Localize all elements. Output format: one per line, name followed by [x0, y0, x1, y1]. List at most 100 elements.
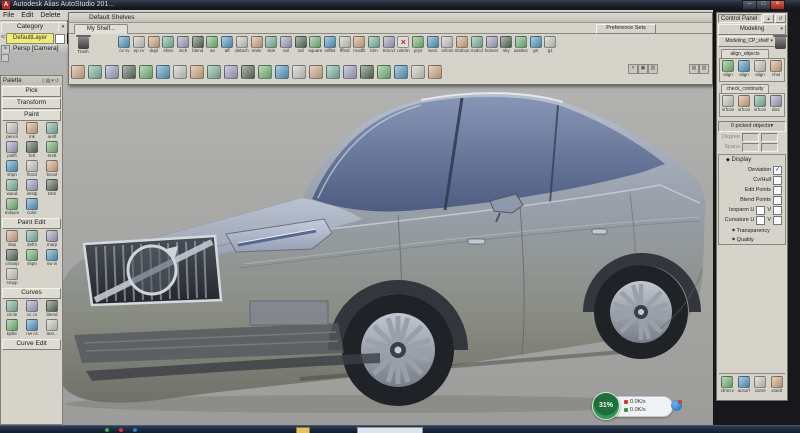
- tool-icon[interactable]: [156, 65, 170, 79]
- tool-txtm[interactable]: txtm: [42, 179, 62, 198]
- tool-an[interactable]: an: [205, 36, 220, 62]
- tool-shpn[interactable]: shpn: [2, 160, 22, 179]
- shelf-max-icon[interactable]: ▥: [699, 64, 709, 74]
- taskbar-active-window[interactable]: [357, 427, 423, 433]
- tool-nw-cs[interactable]: nw cs: [22, 319, 42, 338]
- pencil-icon[interactable]: [6, 122, 18, 134]
- viewport-canvas[interactable]: [0, 53, 713, 425]
- cp-trash-icon[interactable]: [775, 37, 786, 49]
- defm-icon[interactable]: [26, 230, 38, 242]
- fffind-icon[interactable]: [339, 36, 351, 48]
- shelf-pane-icon[interactable]: ▣: [638, 64, 648, 74]
- srfflet-icon[interactable]: [324, 36, 336, 48]
- tool-aff[interactable]: aff: [220, 36, 235, 62]
- arsft-icon[interactable]: [46, 122, 58, 134]
- g1-icon[interactable]: [544, 36, 556, 48]
- tool-curve[interactable]: curve: [752, 376, 769, 396]
- aff-icon[interactable]: [221, 36, 233, 48]
- rail-icon[interactable]: [295, 36, 307, 48]
- tool-srfcsn[interactable]: srfcsn: [440, 36, 455, 62]
- chst-icon[interactable]: [770, 60, 782, 72]
- taskbar[interactable]: [0, 425, 800, 433]
- tool-square[interactable]: square: [308, 36, 323, 62]
- curvature-u-checkbox[interactable]: [756, 216, 765, 225]
- ep-cv-icon[interactable]: [133, 36, 145, 48]
- layer-checkbox[interactable]: [55, 34, 65, 44]
- tool-align[interactable]: align: [736, 60, 752, 80]
- acsurf-icon[interactable]: [738, 376, 750, 388]
- polift-icon[interactable]: [6, 141, 18, 153]
- display-header[interactable]: ◆ Display: [720, 156, 784, 165]
- picked-objects-dropdown[interactable]: 0 picked objects▾: [718, 121, 786, 132]
- shelf-trash[interactable]: Trash: [73, 37, 93, 54]
- tool-align[interactable]: align: [720, 60, 736, 80]
- an-icon[interactable]: [206, 36, 218, 48]
- tab-my-shelf[interactable]: My Shelf...: [74, 24, 128, 34]
- imstp-icon[interactable]: [26, 179, 38, 191]
- cp-shelf-dropdown[interactable]: Modeling_CP_shelf▾: [718, 36, 776, 47]
- degree-v-field[interactable]: [761, 133, 778, 142]
- blend-icon[interactable]: [192, 36, 204, 48]
- tool-dupl[interactable]: dupl: [146, 36, 161, 62]
- tool-shdnon[interactable]: shdnon: [455, 36, 470, 62]
- palette-tab-curves[interactable]: Curves: [2, 288, 61, 299]
- menu-delete[interactable]: Delete: [40, 12, 60, 19]
- txtm-icon[interactable]: [46, 179, 58, 191]
- tool-fffind[interactable]: fffind: [337, 36, 352, 62]
- tool-trim[interactable]: trim: [367, 36, 382, 62]
- tool-bvool[interactable]: bvool: [42, 160, 62, 179]
- tool-align[interactable]: align: [752, 60, 768, 80]
- wand-icon[interactable]: [6, 179, 18, 191]
- cv-hull-checkbox[interactable]: [773, 176, 782, 185]
- srfcon-icon[interactable]: [722, 95, 734, 107]
- tool-slap[interactable]: slap: [2, 230, 22, 249]
- tool-stch[interactable]: stch: [176, 36, 191, 62]
- tool-icon[interactable]: [207, 65, 221, 79]
- marp-icon[interactable]: [46, 230, 58, 242]
- dupl-icon[interactable]: [148, 36, 160, 48]
- tool-disc[interactable]: disc: [768, 95, 784, 115]
- disc-icon[interactable]: [770, 95, 782, 107]
- tool-wand[interactable]: wand: [2, 179, 22, 198]
- palette-window-buttons[interactable]: ▯▤▾↺: [42, 78, 60, 84]
- tool-ink[interactable]: ink: [22, 122, 42, 141]
- revlv-icon[interactable]: [251, 36, 263, 48]
- display-extra-quality[interactable]: ◆ Quality: [720, 234, 784, 243]
- bvool-icon[interactable]: [46, 160, 58, 172]
- blend-icon[interactable]: [46, 300, 58, 312]
- srfcon-icon[interactable]: [754, 95, 766, 107]
- tool-prjct[interactable]: prjct: [411, 36, 426, 62]
- cp-refresh-icon[interactable]: ↺: [775, 14, 786, 23]
- untrim-icon[interactable]: ×: [397, 36, 409, 48]
- tool-sforv[interactable]: sforv: [161, 36, 176, 62]
- tool-chst[interactable]: chst: [768, 60, 784, 80]
- g0-icon[interactable]: [530, 36, 542, 48]
- tool-icon[interactable]: [139, 65, 153, 79]
- spans-u-field[interactable]: [742, 143, 759, 152]
- cp-tab-align-objects[interactable]: align_objects: [721, 49, 769, 58]
- palette-tab-pick[interactable]: Pick: [2, 86, 61, 97]
- srfcsn-icon[interactable]: [441, 36, 453, 48]
- tool-icon[interactable]: [411, 65, 425, 79]
- nw-cs-icon[interactable]: [26, 319, 38, 331]
- shelves-title-bar[interactable]: Default Shelves: [69, 13, 712, 23]
- align-icon[interactable]: [754, 60, 766, 72]
- taskbar-icon-green[interactable]: [105, 428, 109, 432]
- tool-srfcon[interactable]: srfcon: [752, 95, 768, 115]
- align-icon[interactable]: [738, 60, 750, 72]
- palette-tab-curve-edit[interactable]: Curve Edit: [2, 339, 61, 350]
- tool-icon[interactable]: [275, 65, 289, 79]
- modfit-icon[interactable]: [353, 36, 365, 48]
- nw-in-icon[interactable]: [46, 249, 58, 261]
- tool-icon[interactable]: [224, 65, 238, 79]
- tool-flood[interactable]: flood: [22, 160, 42, 179]
- isoparm-u-v-checkbox[interactable]: [773, 206, 782, 215]
- maximize-button[interactable]: □: [756, 0, 771, 10]
- shdnon-icon[interactable]: [456, 36, 468, 48]
- close-button[interactable]: ×: [770, 0, 785, 10]
- tool-detach[interactable]: detach: [235, 36, 250, 62]
- edit-points-checkbox[interactable]: [773, 186, 782, 195]
- shelf-resize-icon[interactable]: ▨: [648, 64, 658, 74]
- tool-honver[interactable]: honver: [484, 36, 499, 62]
- mdsym-icon[interactable]: [6, 198, 18, 210]
